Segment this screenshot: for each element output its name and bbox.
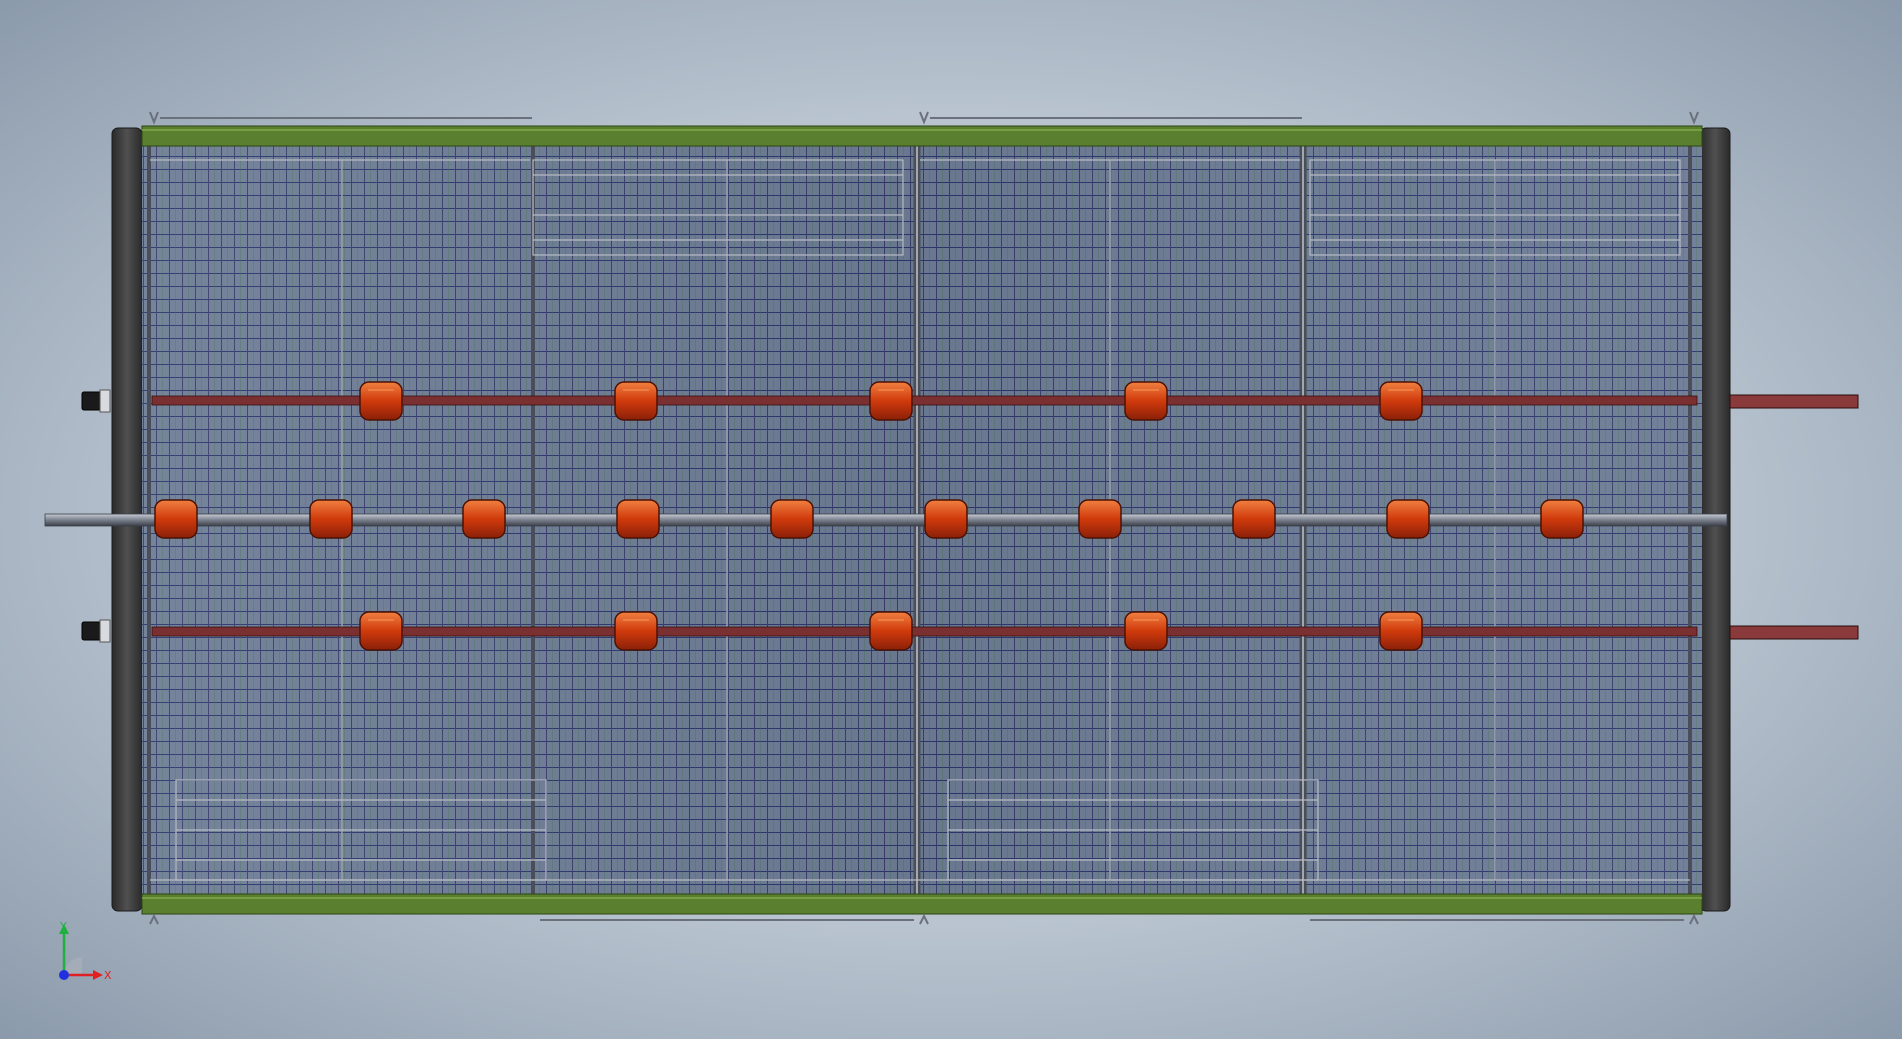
lower-bar-extension[interactable] bbox=[1729, 625, 1859, 640]
clamp bbox=[1386, 499, 1430, 539]
upper-bar-extension[interactable] bbox=[1729, 394, 1859, 409]
clamp bbox=[1379, 381, 1423, 421]
clamp bbox=[1124, 611, 1168, 651]
clamp bbox=[924, 499, 968, 539]
x-axis-label: X bbox=[104, 969, 112, 982]
clamp bbox=[869, 381, 913, 421]
clamp bbox=[154, 499, 198, 539]
clamp bbox=[359, 381, 403, 421]
cad-model-viewport[interactable]: Y X bbox=[0, 0, 1902, 1039]
clamp bbox=[614, 611, 658, 651]
clamp bbox=[309, 499, 353, 539]
central-rod[interactable] bbox=[44, 513, 1728, 527]
clamp bbox=[1540, 499, 1584, 539]
clamp bbox=[462, 499, 506, 539]
coordinate-triad[interactable]: Y X bbox=[59, 920, 112, 982]
clamp bbox=[770, 499, 814, 539]
top-handles[interactable] bbox=[149, 111, 1699, 125]
clamp bbox=[616, 499, 660, 539]
clamp bbox=[1078, 499, 1122, 539]
bottom-handles[interactable] bbox=[149, 913, 1699, 925]
z-axis-dot bbox=[59, 970, 69, 980]
clamp bbox=[359, 611, 403, 651]
bottom-rail[interactable] bbox=[141, 893, 1703, 915]
clamp bbox=[614, 381, 658, 421]
clamp bbox=[1124, 381, 1168, 421]
y-axis-label: Y bbox=[59, 920, 67, 933]
top-rail[interactable] bbox=[141, 125, 1703, 147]
clamp bbox=[869, 611, 913, 651]
clamp bbox=[1232, 499, 1276, 539]
clamp bbox=[1379, 611, 1423, 651]
